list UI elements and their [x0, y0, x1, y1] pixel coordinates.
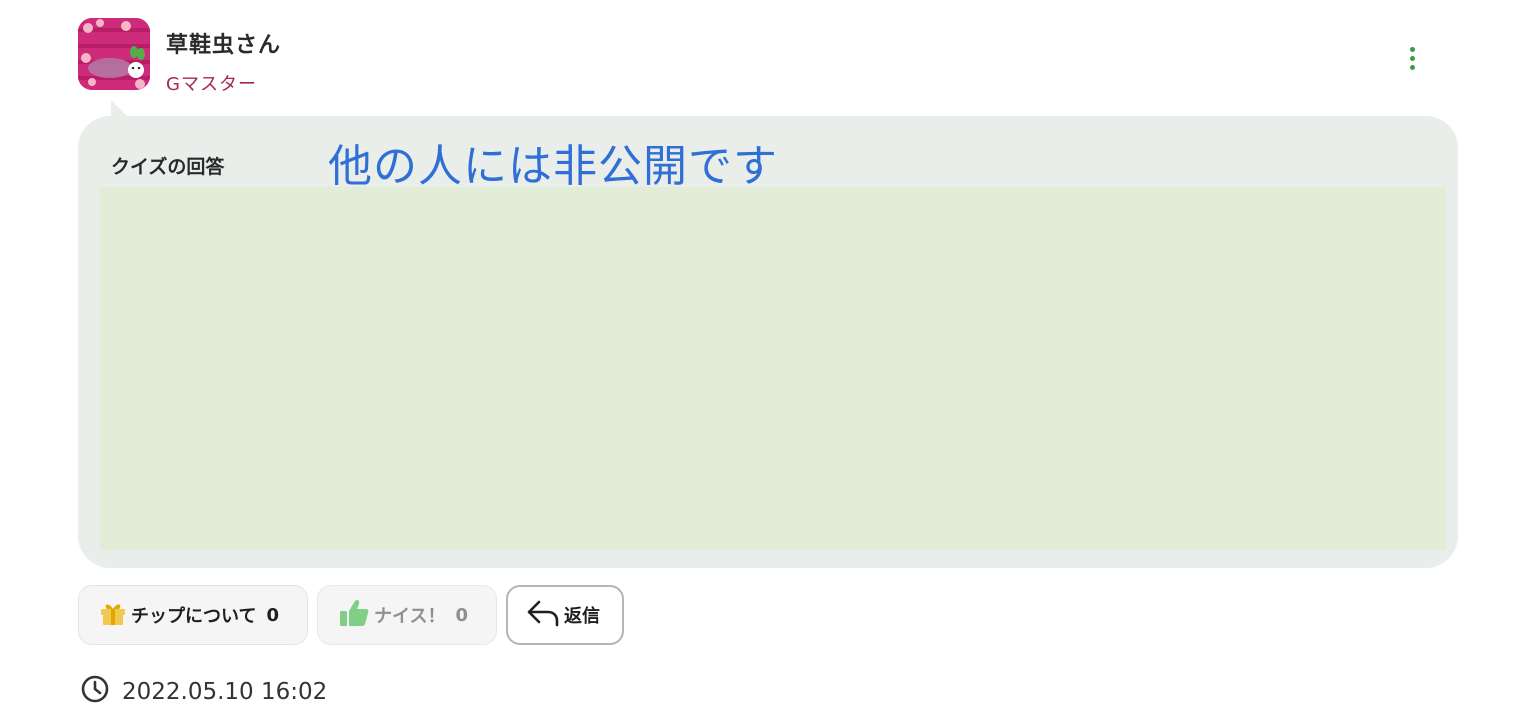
- more-vertical-icon-dot: [1409, 64, 1415, 70]
- nice-count: 0: [455, 604, 468, 626]
- private-notice: 他の人には非公開です: [328, 141, 778, 192]
- reply-label: 返信: [564, 606, 600, 627]
- more-vertical-icon-dot: [1409, 55, 1415, 61]
- reply-arrow-icon: [526, 598, 560, 633]
- post-timestamp: 2022.05.10 16:02: [80, 674, 327, 708]
- answer-post: 草鞋虫さん Gマスター クイズの回答 他の人には非公開です チップについて 0: [0, 0, 1536, 708]
- user-rank: Gマスター: [166, 74, 257, 95]
- more-vertical-icon: [1409, 46, 1415, 52]
- username[interactable]: 草鞋虫さん: [166, 27, 281, 59]
- gift-icon: [99, 600, 127, 631]
- nice-button[interactable]: ナイス！ 0: [317, 585, 497, 645]
- thumbs-up-icon: [338, 598, 370, 633]
- avatar[interactable]: [78, 18, 150, 90]
- tip-count: 0: [266, 604, 279, 626]
- tip-label: チップについて: [131, 606, 257, 627]
- answer-content-panel: [100, 187, 1446, 550]
- timestamp-text: 2022.05.10 16:02: [122, 679, 328, 705]
- answer-label: クイズの回答: [111, 156, 225, 178]
- more-options-button[interactable]: [1396, 38, 1428, 78]
- tip-button[interactable]: チップについて 0: [78, 585, 308, 645]
- clock-icon: [80, 674, 110, 708]
- reply-button[interactable]: 返信: [506, 585, 624, 645]
- nice-label: ナイス！: [374, 606, 446, 627]
- avatar-image: [78, 18, 150, 90]
